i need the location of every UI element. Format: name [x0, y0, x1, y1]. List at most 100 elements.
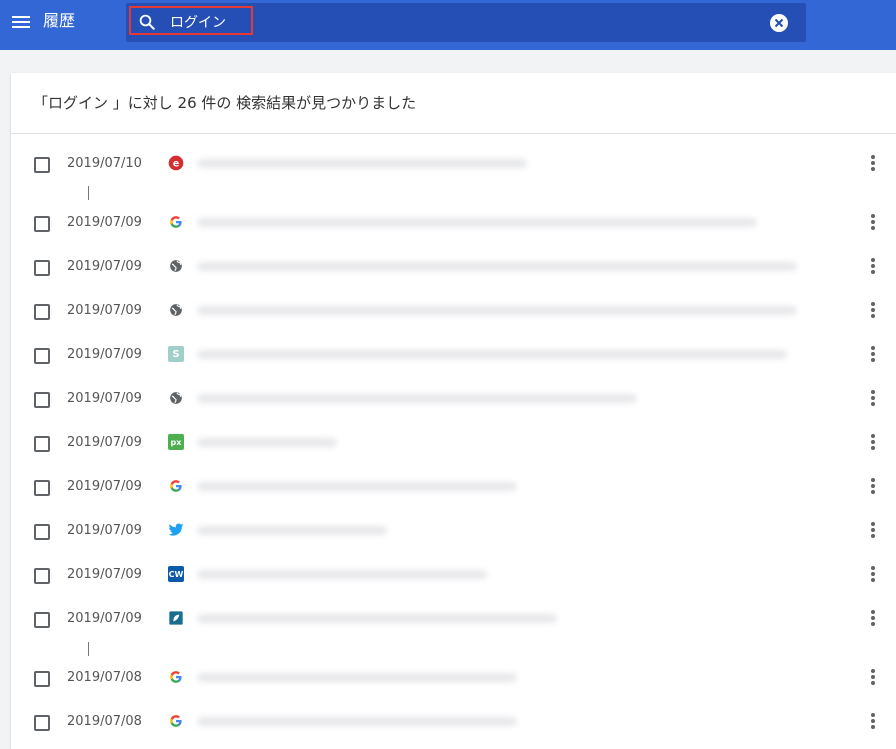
more-actions-icon[interactable]: [865, 256, 881, 276]
row-checkbox[interactable]: [34, 671, 50, 687]
clear-search-icon[interactable]: [770, 14, 788, 32]
more-actions-icon[interactable]: [865, 711, 881, 731]
google-icon: [168, 214, 184, 230]
globe-icon: [168, 302, 184, 318]
row-date: 2019/07/09: [67, 523, 142, 538]
google-icon: [168, 478, 184, 494]
history-entry-link[interactable]: [193, 666, 813, 690]
blurred-entry-title: [197, 394, 637, 403]
more-actions-icon[interactable]: [865, 432, 881, 452]
history-row[interactable]: 2019/07/09: [11, 202, 896, 246]
row-checkbox[interactable]: [34, 524, 50, 540]
google-icon: [168, 713, 184, 729]
crowdworks-icon: CW: [168, 566, 184, 582]
history-entry-link[interactable]: [193, 519, 813, 543]
blurred-entry-title: [197, 673, 517, 682]
row-date: 2019/07/09: [67, 435, 142, 450]
more-actions-icon[interactable]: [865, 300, 881, 320]
search-box[interactable]: [126, 3, 806, 42]
history-row[interactable]: 2019/07/09 CW: [11, 554, 896, 598]
history-row[interactable]: 2019/07/08: [11, 701, 896, 745]
more-actions-icon[interactable]: [865, 388, 881, 408]
row-date: 2019/07/08: [67, 714, 142, 729]
row-date: 2019/07/08: [67, 670, 142, 685]
more-actions-icon[interactable]: [865, 520, 881, 540]
row-date: 2019/07/10: [67, 156, 142, 171]
history-entry-link[interactable]: [193, 475, 813, 499]
history-entry-link[interactable]: [193, 152, 813, 176]
history-entry-link[interactable]: [193, 387, 813, 411]
row-date: 2019/07/09: [67, 259, 142, 274]
row-checkbox[interactable]: [34, 157, 50, 173]
more-actions-icon[interactable]: [865, 153, 881, 173]
history-entry-link[interactable]: [193, 255, 813, 279]
history-row[interactable]: 2019/07/09: [11, 378, 896, 422]
row-date: 2019/07/09: [67, 215, 142, 230]
history-row[interactable]: 2019/07/09: [11, 290, 896, 334]
row-checkbox[interactable]: [34, 392, 50, 408]
row-checkbox[interactable]: [34, 260, 50, 276]
history-entry-link[interactable]: [193, 710, 813, 734]
history-entry-link[interactable]: [193, 607, 813, 631]
row-checkbox[interactable]: [34, 348, 50, 364]
history-row[interactable]: 2019/07/09: [11, 510, 896, 554]
history-row[interactable]: 2019/07/09: [11, 466, 896, 510]
more-actions-icon[interactable]: [865, 212, 881, 232]
blurred-entry-title: [197, 350, 787, 359]
history-row[interactable]: 2019/07/08: [11, 657, 896, 701]
blurred-entry-title: [197, 570, 487, 579]
google-icon: [168, 669, 184, 685]
row-date: 2019/07/09: [67, 479, 142, 494]
blurred-entry-title: [197, 218, 757, 227]
row-checkbox[interactable]: [34, 216, 50, 232]
more-actions-icon[interactable]: [865, 667, 881, 687]
history-results-card: 「ログイン 」に対し 26 件の 検索結果が見つかりました 2019/07/10…: [11, 73, 896, 749]
more-actions-icon[interactable]: [865, 476, 881, 496]
more-actions-icon[interactable]: [865, 344, 881, 364]
row-date: 2019/07/09: [67, 347, 142, 362]
history-entry-link[interactable]: [193, 343, 813, 367]
blurred-entry-title: [197, 717, 517, 726]
blurred-entry-title: [197, 614, 557, 623]
gsc-ranking-icon: e: [168, 155, 184, 171]
time-gap-divider: [88, 186, 89, 200]
row-checkbox[interactable]: [34, 568, 50, 584]
svg-text:e: e: [173, 158, 179, 169]
row-date: 2019/07/09: [67, 567, 142, 582]
history-row[interactable]: 2019/07/10 e: [11, 143, 896, 187]
pixabay-icon: px: [168, 434, 184, 450]
blurred-entry-title: [197, 438, 337, 447]
blurred-entry-title: [197, 262, 797, 271]
blurred-entry-title: [197, 482, 517, 491]
row-date: 2019/07/09: [67, 303, 142, 318]
history-entry-link[interactable]: [193, 299, 813, 323]
more-actions-icon[interactable]: [865, 564, 881, 584]
search-icon: [139, 14, 155, 30]
history-row[interactable]: 2019/07/09 px: [11, 422, 896, 466]
globe-icon: [168, 390, 184, 406]
history-entry-link[interactable]: [193, 431, 813, 455]
history-entry-link[interactable]: [193, 563, 813, 587]
results-summary: 「ログイン 」に対し 26 件の 検索結果が見つかりました: [11, 73, 896, 134]
history-entry-link[interactable]: [193, 211, 813, 235]
row-checkbox[interactable]: [34, 480, 50, 496]
s-site-icon: S: [168, 346, 184, 362]
history-row[interactable]: 2019/07/09: [11, 598, 896, 642]
history-row[interactable]: 2019/07/09: [11, 246, 896, 290]
blurred-entry-title: [197, 526, 387, 535]
history-row[interactable]: 2019/07/09 S: [11, 334, 896, 378]
page-title: 履歴: [43, 11, 76, 30]
row-checkbox[interactable]: [34, 304, 50, 320]
row-date: 2019/07/09: [67, 391, 142, 406]
more-actions-icon[interactable]: [865, 608, 881, 628]
row-checkbox[interactable]: [34, 436, 50, 452]
row-checkbox[interactable]: [34, 612, 50, 628]
search-input[interactable]: [170, 12, 730, 32]
menu-icon[interactable]: [12, 12, 32, 32]
wordpress-blog-icon: [168, 610, 184, 626]
row-checkbox[interactable]: [34, 715, 50, 731]
blurred-entry-title: [197, 159, 527, 168]
blurred-entry-title: [197, 306, 797, 315]
time-gap-divider: [88, 642, 89, 656]
top-bar: 履歴: [0, 0, 896, 50]
